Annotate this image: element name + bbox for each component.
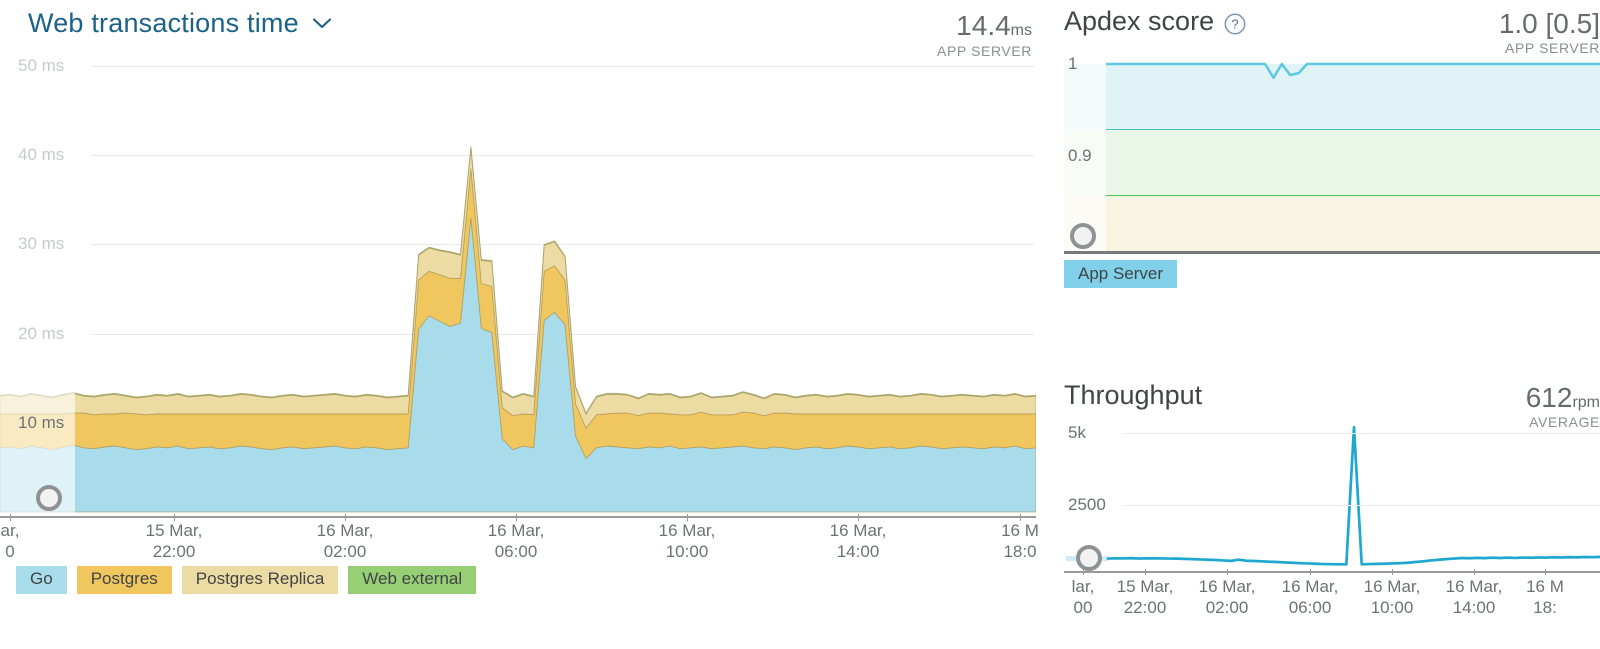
x-axis-label: 16 Mar, 06:00 [487, 521, 545, 562]
throughput-plot-area [1066, 425, 1600, 566]
x-axis-label: ar, 0 [0, 521, 20, 562]
throughput-title: Throughput [1064, 380, 1203, 410]
metric-value: 14.4 [956, 10, 1011, 41]
stacked-area-svg [0, 146, 1037, 513]
apdex-header: Apdex score ? 1.0 [0.5] APP SERVER [1056, 0, 1600, 56]
throughput-x-axis-label: 16 Mar, 14:00 [1445, 577, 1503, 618]
throughput-x-axis-tick [1392, 569, 1393, 575]
svg-text:?: ? [1231, 17, 1238, 32]
apdex-metric-value: 1.0 [0.5] [1498, 8, 1600, 39]
throughput-x-axis-tick [1227, 569, 1228, 575]
throughput-time-window-handle[interactable] [1076, 545, 1102, 571]
x-axis-label: 16 Mar, 14:00 [829, 521, 887, 562]
throughput-y-label-5k: 5k [1068, 423, 1086, 442]
question-mark-circle-icon[interactable]: ? [1224, 13, 1246, 35]
apdex-legend[interactable]: App Server [1064, 260, 1178, 288]
legend-chip-postgres-replica[interactable]: Postgres Replica [181, 566, 339, 594]
throughput-metric-value: 612 [1525, 382, 1573, 413]
web-transactions-panel: Web transactions time 14.4ms APP SERVER … [0, 0, 1040, 649]
apdex-plot-area [1064, 62, 1600, 252]
throughput-x-axis-label: lar, 00 [1071, 577, 1095, 618]
legend-chip-web-external[interactable]: Web external [348, 566, 477, 594]
chart-legend[interactable]: Go Postgres Postgres Replica Web external [16, 566, 477, 594]
apdex-metric: 1.0 [0.5] APP SERVER [1499, 8, 1600, 56]
x-axis-label: 16 M 18:0 [1001, 521, 1039, 562]
throughput-y-label-2500: 2500 [1068, 495, 1106, 514]
throughput-gridline-2500 [1124, 505, 1600, 506]
throughput-x-axis-tick [1145, 569, 1146, 575]
x-axis-label: 15 Mar, 22:00 [145, 521, 203, 562]
throughput-x-axis-tick [1083, 569, 1084, 575]
throughput-x-axis-label: 15 Mar, 22:00 [1116, 577, 1174, 618]
apdex-time-window-handle[interactable] [1070, 223, 1096, 249]
time-window-handle-left[interactable] [36, 485, 62, 511]
x-axis-label: 16 Mar, 10:00 [658, 521, 716, 562]
legend-chip-app-server[interactable]: App Server [1064, 260, 1178, 288]
apdex-chart[interactable]: 1 0.9 [1064, 52, 1600, 252]
throughput-x-axis-tick [1310, 569, 1311, 575]
throughput-x-axis-tick [1545, 569, 1546, 575]
page-title[interactable]: Web transactions time [28, 8, 299, 39]
throughput-chart[interactable]: 5k 2500 [1064, 422, 1600, 572]
apdex-x-axis-line [1064, 251, 1600, 254]
y-axis-label-10ms: 10 ms [18, 413, 65, 432]
legend-chip-postgres[interactable]: Postgres [76, 566, 172, 594]
web-transactions-title-row[interactable]: Web transactions time [28, 8, 331, 39]
throughput-metric-unit: rpm [1572, 394, 1600, 411]
web-transactions-chart[interactable]: 50 ms 40 ms 30 ms 20 ms 10 ms [0, 56, 1037, 516]
right-panel: Apdex score ? 1.0 [0.5] APP SERVER 1 0.9… [1056, 0, 1600, 649]
apdex-title: Apdex score [1064, 6, 1215, 36]
apdex-y-label-0-9: 0.9 [1068, 146, 1092, 165]
x-axis-label: 16 Mar, 02:00 [316, 521, 374, 562]
throughput-header: Throughput 612rpm AVERAGE [1056, 374, 1600, 430]
legend-chip-go[interactable]: Go [16, 566, 67, 594]
throughput-x-axis-label: 16 Mar, 02:00 [1198, 577, 1256, 618]
throughput-gridline-5k [1124, 433, 1600, 434]
metric-unit: ms [1010, 22, 1032, 39]
x-axis-line [0, 516, 1036, 518]
web-transactions-metric: 14.4ms APP SERVER [937, 10, 1032, 59]
chevron-down-icon[interactable] [312, 18, 331, 29]
throughput-x-axis-label: 16 Mar, 10:00 [1363, 577, 1421, 618]
throughput-x-axis-label: 16 M 18: [1526, 577, 1564, 618]
apdex-y-label-1: 1 [1068, 54, 1078, 73]
throughput-x-axis-label: 16 Mar, 06:00 [1281, 577, 1339, 618]
web-transactions-plot-area [0, 56, 1037, 516]
throughput-x-axis-tick [1474, 569, 1475, 575]
